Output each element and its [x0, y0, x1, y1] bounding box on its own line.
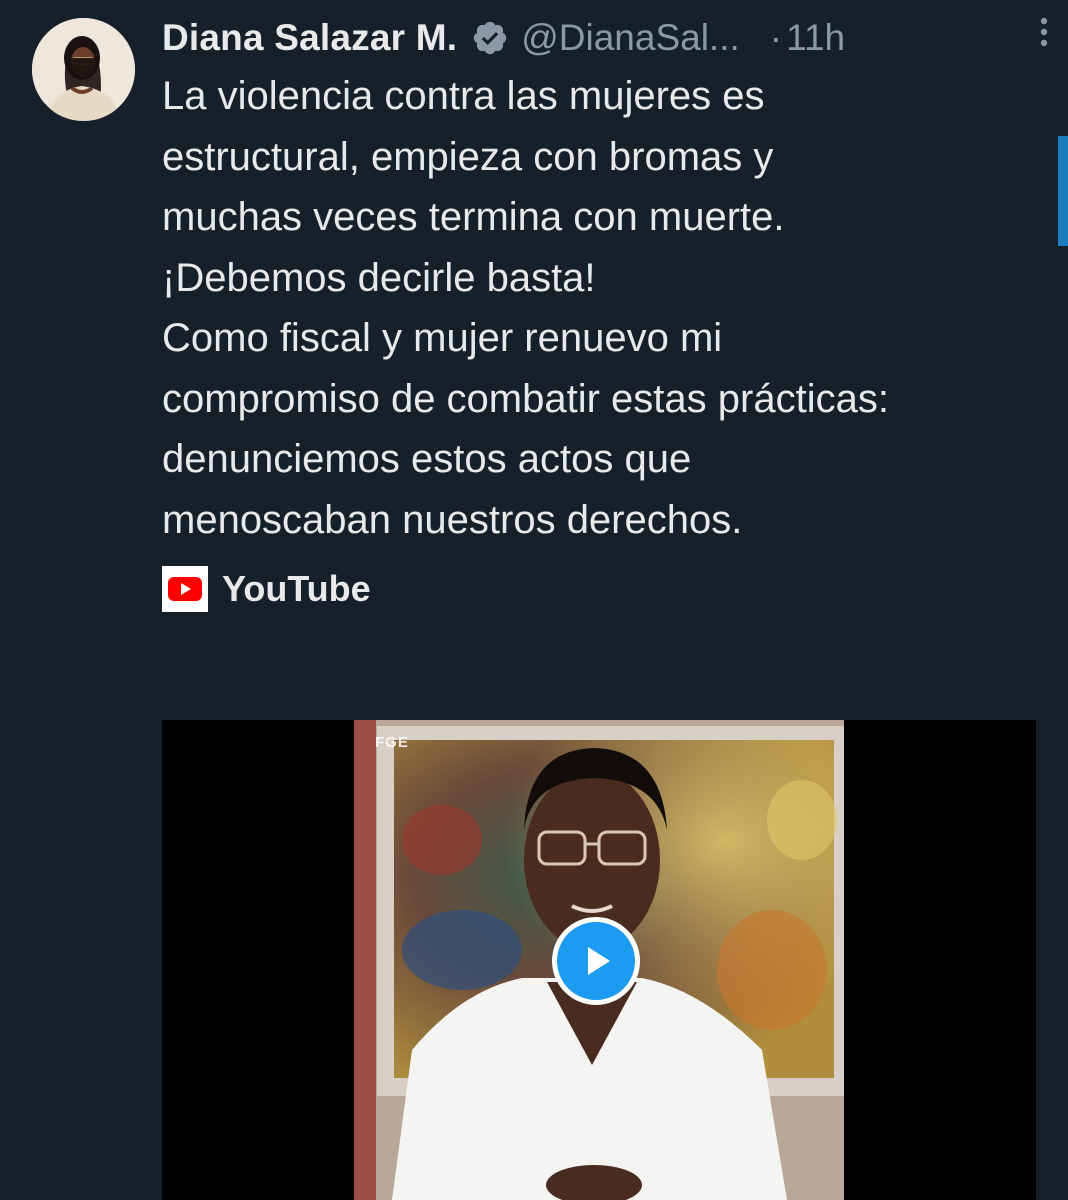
link-source[interactable]: YouTube: [162, 566, 371, 612]
more-options-icon[interactable]: [1034, 12, 1054, 52]
fge-watermark: FGE: [375, 734, 409, 751]
separator-dot: ·: [769, 17, 783, 58]
user-handle[interactable]: @DianaSal...: [521, 17, 740, 59]
play-icon: [588, 947, 610, 975]
play-button[interactable]: [552, 917, 640, 1005]
tweet-text: La violencia contra las mujeres es estru…: [162, 74, 889, 542]
youtube-icon: [162, 566, 208, 612]
avatar[interactable]: [32, 18, 135, 121]
verified-badge-icon[interactable]: [471, 19, 509, 57]
tweet-header: Diana Salazar M. @DianaSal... · 11h: [162, 10, 1042, 66]
avatar-image: [32, 18, 135, 121]
scrollbar-thumb[interactable]: [1058, 136, 1068, 246]
video-card[interactable]: FGE: [162, 720, 1036, 1200]
display-name[interactable]: Diana Salazar M.: [162, 17, 457, 59]
source-label: YouTube: [222, 568, 371, 609]
timestamp[interactable]: 11h: [786, 17, 845, 59]
tweet[interactable]: Diana Salazar M. @DianaSal... · 11h La v…: [162, 10, 1042, 550]
